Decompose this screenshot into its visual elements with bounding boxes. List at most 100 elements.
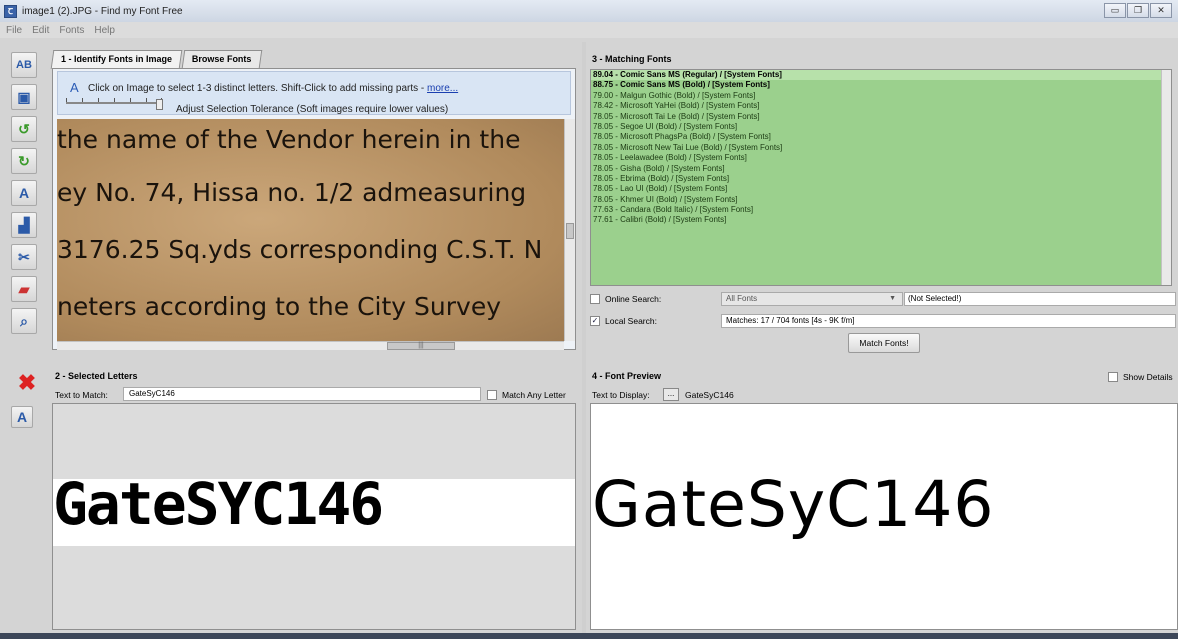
local-search-row: ✓ Local Search: xyxy=(590,314,657,328)
identify-panel: A Click on Image to select 1-3 distinct … xyxy=(52,68,576,350)
chart-icon: ▟ xyxy=(18,216,30,233)
match-any-letter-label: Match Any Letter xyxy=(502,390,566,400)
online-source-select[interactable]: All Fonts ▼ xyxy=(721,292,903,306)
matching-fonts-list[interactable]: 89.04 - Comic Sans MS (Regular) / [Syste… xyxy=(590,69,1172,286)
online-search-label: Online Search: xyxy=(605,294,662,304)
list-item[interactable]: 78.05 - Ebrima (Bold) / [System Fonts] xyxy=(591,174,1171,184)
list-item[interactable]: 77.63 - Candara (Bold Italic) / [System … xyxy=(591,205,1171,215)
list-item[interactable]: 88.75 - Comic Sans MS (Bold) / [System F… xyxy=(591,80,1171,90)
text-to-match-field[interactable]: GateSyC146 xyxy=(123,387,481,401)
menu-bar: File Edit Fonts Help xyxy=(0,22,1178,38)
list-item[interactable]: 89.04 - Comic Sans MS (Regular) / [Syste… xyxy=(591,70,1171,81)
image-text-line: the name of the Vendor herein in the xyxy=(57,125,521,154)
minimize-icon[interactable]: ▭ xyxy=(1104,3,1126,18)
text-to-display-label: Text to Display: xyxy=(592,390,650,400)
open-image-icon: AB xyxy=(16,59,32,71)
font-preview-view: GateSyC146 xyxy=(590,403,1178,630)
window-controls: ▭ ❐ ✕ xyxy=(1104,3,1172,18)
title-bar: Ꞇ image1 (2).JPG - Find my Font Free ▭ ❐… xyxy=(0,0,1178,22)
local-search-checkbox[interactable]: ✓ xyxy=(590,316,600,326)
tolerance-label: Adjust Selection Tolerance (Soft images … xyxy=(176,104,449,115)
rotate-right-icon: ↻ xyxy=(18,152,30,169)
menu-help[interactable]: Help xyxy=(94,25,115,36)
match-any-letter-checkbox[interactable] xyxy=(487,390,497,400)
chevron-down-icon: ▼ xyxy=(889,295,896,302)
remove-selection-button[interactable]: ✖ xyxy=(14,370,40,396)
local-search-label: Local Search: xyxy=(605,316,657,326)
select-letter-icon: A xyxy=(70,80,79,95)
font-preview-display: GateSyC146 xyxy=(592,468,995,541)
tab-identify[interactable]: 1 - Identify Fonts in Image xyxy=(50,50,183,69)
list-item[interactable]: 78.05 - Segoe UI (Bold) / [System Fonts] xyxy=(591,122,1171,132)
chart-button[interactable]: ▟ xyxy=(11,212,37,238)
rotate-left-button[interactable]: ↺ xyxy=(11,116,37,142)
show-details-row: Show Details xyxy=(1108,370,1173,384)
source-image[interactable]: the name of the Vendor herein in the ey … xyxy=(57,119,564,341)
hint-box: A Click on Image to select 1-3 distinct … xyxy=(57,71,571,115)
zoom-button[interactable]: ⌕ xyxy=(11,308,37,334)
tolerance-slider[interactable] xyxy=(66,98,162,104)
window-title: image1 (2).JPG - Find my Font Free xyxy=(22,5,183,17)
rotate-left-icon: ↺ xyxy=(18,120,30,137)
close-icon[interactable]: ✕ xyxy=(1150,3,1172,18)
select-letter-button[interactable]: A xyxy=(11,180,37,206)
text-to-display-value[interactable]: GateSyC146 xyxy=(685,390,734,400)
list-item[interactable]: 78.05 - Lao UI (Bold) / [System Fonts] xyxy=(591,184,1171,194)
list-item[interactable]: 78.05 - Microsoft PhagsPa (Bold) / [Syst… xyxy=(591,132,1171,142)
menu-edit[interactable]: Edit xyxy=(32,25,49,36)
select-letter-icon: A xyxy=(18,185,30,201)
edit-letter-icon: A xyxy=(16,409,28,425)
scissors-icon: ✂ xyxy=(18,248,30,265)
hint-text: Click on Image to select 1-3 distinct le… xyxy=(88,83,459,94)
cut-button[interactable]: ✂ xyxy=(11,244,37,270)
online-font-select[interactable]: (Not Selected!) xyxy=(904,292,1176,306)
image-horizontal-scrollbar[interactable]: ||| xyxy=(57,341,564,350)
crop-button[interactable]: ▰ xyxy=(11,276,37,302)
list-item[interactable]: 78.05 - Microsoft Tai Le (Bold) / [Syste… xyxy=(591,112,1171,122)
edit-letter-button[interactable]: A xyxy=(11,406,33,428)
selected-letters-display: GateSYC146 xyxy=(53,470,384,538)
match-fonts-button[interactable]: Match Fonts! xyxy=(848,333,920,353)
left-toolbar: AB ▣ ↺ ↻ A ▟ ✂ ▰ ⌕ xyxy=(8,52,40,340)
choose-text-button[interactable]: ... xyxy=(663,388,679,401)
text-to-match-label: Text to Match: xyxy=(55,390,108,400)
magnifier-icon: ⌕ xyxy=(20,312,28,329)
list-item[interactable]: 78.05 - Leelawadee (Bold) / [System Font… xyxy=(591,153,1171,163)
rotate-right-button[interactable]: ↻ xyxy=(11,148,37,174)
menu-file[interactable]: File xyxy=(6,25,22,36)
restore-icon[interactable]: ❐ xyxy=(1127,3,1149,18)
remove-icon: ✖ xyxy=(17,370,37,395)
list-item[interactable]: 78.05 - Khmer UI (Bold) / [System Fonts] xyxy=(591,195,1171,205)
open-image-button[interactable]: AB xyxy=(11,52,37,78)
tab-bar: 1 - Identify Fonts in Image Browse Fonts xyxy=(50,50,263,69)
online-search-checkbox[interactable] xyxy=(590,294,600,304)
tab-browse[interactable]: Browse Fonts xyxy=(181,50,262,68)
tolerance-slider-knob[interactable] xyxy=(156,99,163,110)
show-details-label: Show Details xyxy=(1123,372,1173,382)
match-any-letter-row: Match Any Letter xyxy=(487,388,566,402)
camera-icon: ▣ xyxy=(17,88,31,105)
menu-fonts[interactable]: Fonts xyxy=(59,25,84,36)
matching-fonts-title: 3 - Matching Fonts xyxy=(592,54,672,64)
font-app-icon: Ꞇ xyxy=(4,4,17,18)
more-link[interactable]: more... xyxy=(427,83,458,94)
image-vertical-scrollbar[interactable] xyxy=(564,119,575,341)
show-details-checkbox[interactable] xyxy=(1108,372,1118,382)
image-text-line: ey No. 74, Hissa no. 1/2 admeasuring xyxy=(57,178,527,207)
local-match-status: Matches: 17 / 704 fonts [4s - 9K f/m] xyxy=(721,314,1176,328)
selected-letters-view: GateSYC146 xyxy=(52,403,576,630)
list-item[interactable]: 78.42 - Microsoft YaHei (Bold) / [System… xyxy=(591,101,1171,111)
camera-button[interactable]: ▣ xyxy=(11,84,37,110)
font-preview-title: 4 - Font Preview xyxy=(592,371,662,381)
panel-splitter[interactable] xyxy=(582,42,586,634)
selected-letters-title: 2 - Selected Letters xyxy=(55,371,138,381)
crop-icon: ▰ xyxy=(18,280,30,297)
list-item[interactable]: 77.61 - Calibri (Bold) / [System Fonts] xyxy=(591,215,1171,225)
image-text-line: neters according to the City Survey xyxy=(57,292,502,321)
list-item[interactable]: 79.00 - Malgun Gothic (Bold) / [System F… xyxy=(591,91,1171,101)
list-item[interactable]: 78.05 - Microsoft New Tai Lue (Bold) / [… xyxy=(591,143,1171,153)
online-search-row: Online Search: xyxy=(590,292,661,306)
results-scrollbar[interactable] xyxy=(1161,70,1171,285)
taskbar-edge xyxy=(0,633,1178,639)
list-item[interactable]: 78.05 - Gisha (Bold) / [System Fonts] xyxy=(591,164,1171,174)
